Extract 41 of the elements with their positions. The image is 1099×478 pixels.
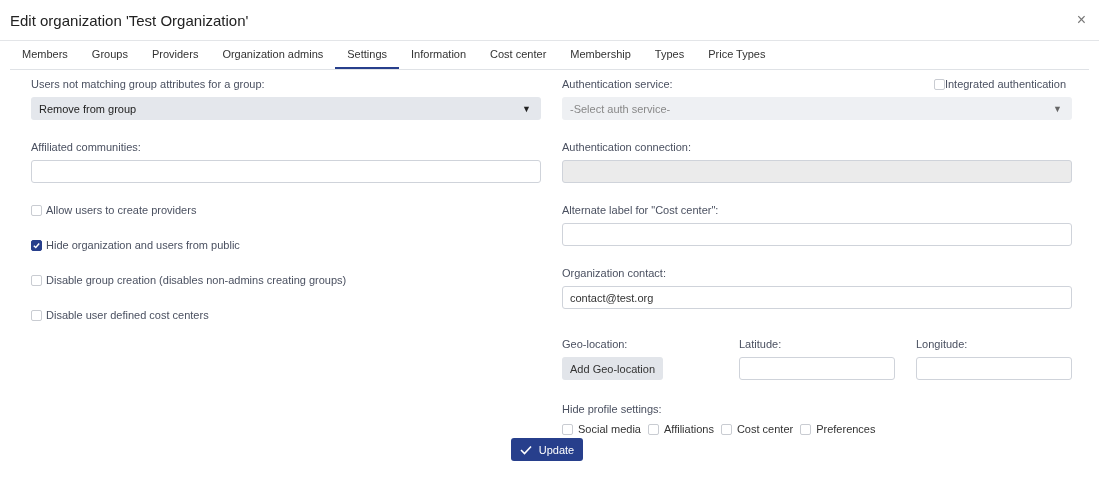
tab[interactable]: Organization admins: [210, 41, 336, 69]
field-label: Organization contact:: [562, 266, 667, 280]
field-label: Authentication connection:: [562, 140, 693, 154]
checkbox-label: Social media: [578, 423, 641, 435]
checkbox-label: Integrated authentication: [944, 77, 1066, 91]
input-field[interactable]: contact@test.org: [562, 286, 1072, 309]
checkbox-label: Disable user defined cost centers: [46, 309, 209, 321]
field-label: Users not matching group attributes for a group:: [31, 77, 266, 91]
dialog-title: Edit organization 'Test Organization': [10, 11, 249, 29]
close-button[interactable]: ×: [1073, 11, 1089, 29]
field-label: Geo-location:: [562, 337, 629, 351]
checkbox-label: Allow users to create providers: [46, 204, 197, 216]
field-label: Latitude:: [739, 337, 783, 351]
checkbox-label: Disable group creation (disables non-admins creating groups): [46, 274, 347, 286]
tab[interactable]: Price Types: [696, 41, 778, 69]
tab[interactable]: Groups: [79, 41, 140, 69]
tab[interactable]: Members: [10, 41, 80, 69]
field-label: Longitude:: [916, 337, 969, 351]
input-field[interactable]: [739, 357, 895, 380]
tab[interactable]: Cost center: [478, 41, 559, 69]
field-label: Affiliated communities:: [31, 140, 142, 154]
checkbox-label: Cost center: [736, 423, 794, 435]
tab[interactable]: Providers: [139, 41, 211, 69]
tab[interactable]: Membership: [558, 41, 643, 69]
input-field[interactable]: [916, 357, 1072, 380]
field-label: Hide profile settings:: [562, 402, 663, 416]
checkbox-label: Preferences: [816, 423, 876, 435]
checkbox-label: Affiliations: [664, 423, 714, 435]
tab[interactable]: Information: [399, 41, 479, 69]
field-label: Authentication service:: [562, 77, 673, 91]
field-label: Alternate label for "Cost center":: [562, 203, 720, 217]
update-button[interactable]: Update: [510, 438, 584, 461]
input-field[interactable]: [31, 160, 541, 183]
check-icon: [519, 444, 532, 455]
group-policy-select[interactable]: Remove from group ▼: [31, 97, 541, 120]
add-geo-location-button[interactable]: Add Geo-location: [562, 357, 663, 380]
checkbox[interactable]: [31, 239, 42, 251]
tab[interactable]: Settings: [335, 41, 400, 69]
tab[interactable]: Types: [642, 41, 697, 69]
input-field[interactable]: [562, 223, 1072, 246]
checkbox-label: Hide organization and users from public: [46, 239, 240, 251]
